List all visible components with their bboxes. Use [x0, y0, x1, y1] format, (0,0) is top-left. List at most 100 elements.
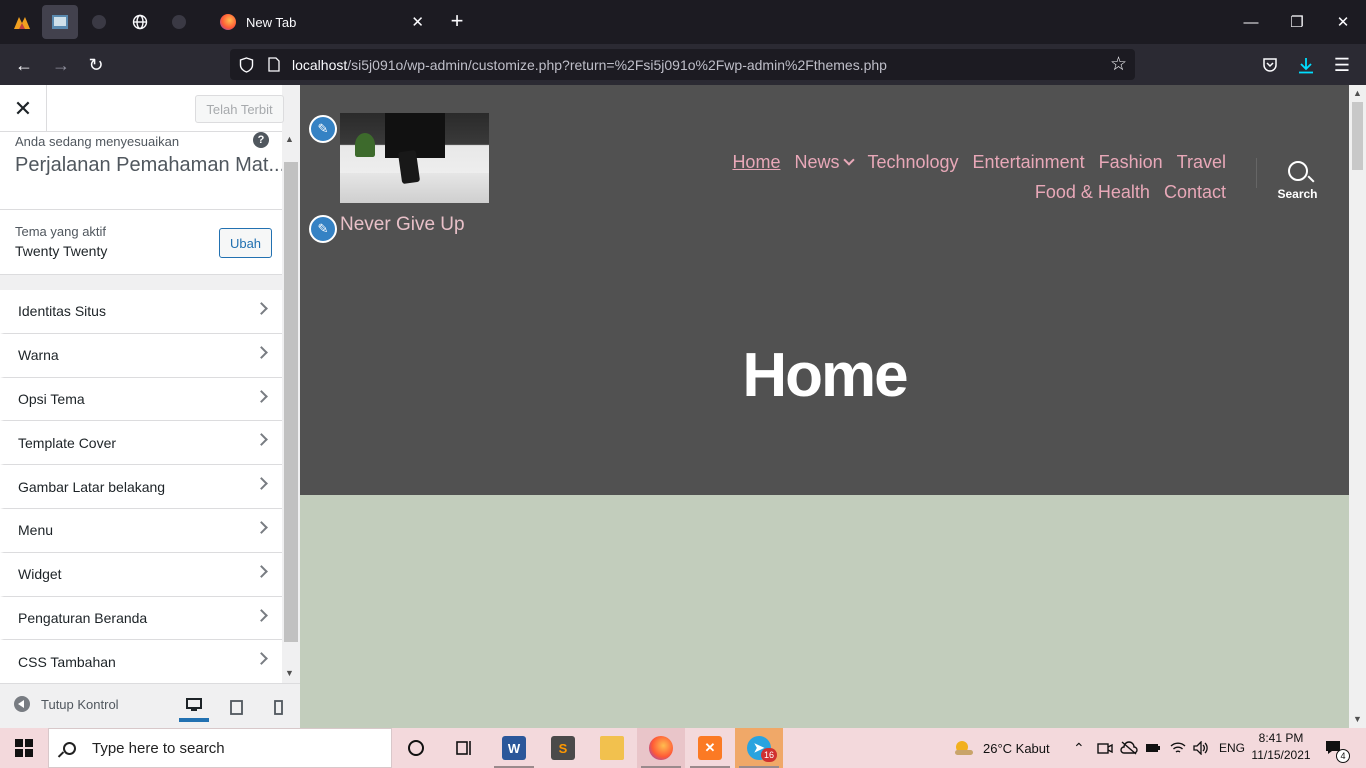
- notification-count: 4: [1336, 749, 1350, 763]
- task-view-icon[interactable]: [440, 728, 488, 768]
- close-customizer-icon[interactable]: ✕: [0, 85, 47, 132]
- section-pengaturan-beranda[interactable]: Pengaturan Beranda: [0, 596, 282, 641]
- section-label: CSS Tambahan: [18, 653, 116, 670]
- search-icon: [63, 741, 76, 755]
- url-path: /si5j091o/wp-admin/customize.php?return=…: [347, 57, 887, 73]
- sublime-app-icon[interactable]: S: [539, 728, 587, 768]
- url-text[interactable]: localhost/si5j091o/wp-admin/customize.ph…: [292, 57, 887, 73]
- close-window-icon[interactable]: ✕: [1320, 0, 1366, 44]
- firefox-app-icon[interactable]: [637, 728, 685, 768]
- url-bar[interactable]: localhost/si5j091o/wp-admin/customize.ph…: [230, 49, 1135, 80]
- firefox-icon: [220, 14, 236, 30]
- preview-scroll-thumb[interactable]: [1352, 102, 1363, 170]
- menu-item-technology[interactable]: Technology: [867, 147, 958, 177]
- published-button[interactable]: Telah Terbit: [195, 95, 284, 123]
- search-toggle[interactable]: Search: [1270, 161, 1325, 201]
- collapse-arrow-icon: [14, 696, 30, 712]
- desktop-preview-icon[interactable]: [179, 692, 209, 722]
- reload-icon[interactable]: ↻: [81, 50, 111, 80]
- section-opsi-tema[interactable]: Opsi Tema: [0, 377, 282, 422]
- file-explorer-icon[interactable]: [588, 728, 636, 768]
- menu-item-news-label: News: [794, 152, 840, 172]
- back-icon[interactable]: ←: [9, 50, 39, 80]
- collapse-controls-button[interactable]: Tutup Kontrol: [14, 696, 119, 712]
- section-widget[interactable]: Widget: [0, 552, 282, 597]
- tablet-preview-icon[interactable]: [221, 692, 251, 722]
- chevron-right-icon: [255, 389, 268, 403]
- menu-item-food-health[interactable]: Food & Health: [1035, 177, 1150, 207]
- menu-item-home[interactable]: Home: [732, 147, 780, 177]
- taskbar-clock[interactable]: 8:41 PM 11/15/2021: [1248, 730, 1314, 764]
- pinned-tab-github-icon[interactable]: [81, 5, 117, 39]
- meet-now-icon[interactable]: [1097, 728, 1113, 768]
- bookmark-star-icon[interactable]: ☆: [1110, 53, 1127, 76]
- section-warna[interactable]: Warna: [0, 333, 282, 378]
- show-hidden-icons-icon[interactable]: ⌃: [1073, 728, 1085, 768]
- restore-icon[interactable]: ❐: [1274, 0, 1320, 44]
- weather-widget[interactable]: 26°C Kabut: [953, 728, 1050, 768]
- edit-tagline-pencil-icon[interactable]: ✎: [309, 215, 337, 243]
- volume-icon[interactable]: [1193, 728, 1209, 768]
- menu-item-fashion[interactable]: Fashion: [1099, 147, 1163, 177]
- shield-icon[interactable]: [239, 57, 254, 73]
- customizing-label: Anda sedang menyesuaikan: [15, 134, 180, 149]
- language-indicator[interactable]: ENG: [1219, 728, 1245, 768]
- pocket-icon[interactable]: [1255, 50, 1285, 80]
- scroll-down-arrow-icon[interactable]: ▼: [285, 668, 294, 678]
- cortana-icon[interactable]: [392, 728, 440, 768]
- xampp-app-icon[interactable]: ✕: [686, 728, 734, 768]
- downloads-icon[interactable]: [1291, 50, 1321, 80]
- section-gambar-latar[interactable]: Gambar Latar belakang: [0, 465, 282, 509]
- tab-new-tab[interactable]: New Tab ✕: [210, 5, 436, 39]
- search-label: Search: [1277, 187, 1318, 201]
- change-theme-button[interactable]: Ubah: [219, 228, 272, 258]
- site-logo[interactable]: [340, 113, 489, 203]
- windows-taskbar: Type here to search W S ✕ ➤ 16 26°C Kabut…: [0, 728, 1366, 768]
- section-css-tambahan[interactable]: CSS Tambahan: [0, 640, 282, 685]
- menu-item-contact[interactable]: Contact: [1164, 177, 1226, 207]
- word-app-icon[interactable]: W: [490, 728, 538, 768]
- new-tab-icon[interactable]: +: [444, 8, 470, 34]
- close-tab-icon[interactable]: ✕: [411, 13, 424, 31]
- minimize-icon[interactable]: —: [1228, 0, 1274, 44]
- menu-item-news[interactable]: News: [794, 147, 856, 177]
- scroll-down-arrow-icon[interactable]: ▼: [1353, 714, 1362, 724]
- scroll-up-arrow-icon[interactable]: ▲: [1353, 88, 1362, 98]
- pinned-tab-image-icon[interactable]: [42, 5, 78, 39]
- start-button[interactable]: [0, 728, 48, 768]
- customizer-header: ✕ Telah Terbit: [0, 85, 284, 132]
- help-icon[interactable]: ?: [253, 132, 269, 148]
- notifications-button[interactable]: 4: [1324, 728, 1350, 768]
- primary-menu: Home News Technology Entertainment Fashion Tr…: [666, 147, 1226, 207]
- menu-item-entertainment[interactable]: Entertainment: [973, 147, 1085, 177]
- weather-icon: [955, 741, 973, 755]
- pinned-tab-globe-icon[interactable]: [122, 5, 158, 39]
- mobile-preview-icon[interactable]: [263, 692, 293, 722]
- preview-scrollbar[interactable]: ▲ ▼: [1349, 85, 1366, 728]
- sidebar-scrollbar[interactable]: ▲ ▼: [282, 132, 300, 682]
- section-label: Opsi Tema: [18, 390, 85, 407]
- taskbar-search-box[interactable]: Type here to search: [48, 728, 392, 768]
- edit-logo-pencil-icon[interactable]: ✎: [309, 115, 337, 143]
- menu-item-travel[interactable]: Travel: [1177, 147, 1226, 177]
- wifi-icon[interactable]: [1170, 728, 1186, 768]
- pinned-tab-github2-icon[interactable]: [161, 5, 197, 39]
- onedrive-icon[interactable]: [1120, 728, 1138, 768]
- site-preview[interactable]: ✎ ✎ Never Give Up Home News Technology Ente…: [300, 85, 1349, 728]
- pinned-tab-app-icon[interactable]: [4, 5, 40, 39]
- site-title: Perjalanan Pemahaman Mat...: [15, 154, 286, 176]
- chevron-down-icon: [843, 154, 856, 166]
- section-template-cover[interactable]: Template Cover: [0, 421, 282, 466]
- menu-hamburger-icon[interactable]: ☰: [1327, 50, 1357, 80]
- chevron-right-icon: [255, 608, 268, 622]
- firefox-app-logo: [649, 736, 673, 760]
- active-theme-label: Tema yang aktif: [15, 224, 107, 239]
- telegram-app-icon[interactable]: ➤ 16: [735, 728, 783, 768]
- section-menu[interactable]: Menu: [0, 508, 282, 553]
- forward-icon[interactable]: →: [46, 50, 76, 80]
- sidebar-scroll-thumb[interactable]: [284, 162, 298, 642]
- battery-icon[interactable]: [1145, 728, 1161, 768]
- customizer-sidebar: ✕ Telah Terbit Anda sedang menyesuaikan …: [0, 85, 300, 728]
- section-identitas-situs[interactable]: Identitas Situs: [0, 290, 282, 334]
- scroll-up-arrow-icon[interactable]: ▲: [285, 134, 294, 144]
